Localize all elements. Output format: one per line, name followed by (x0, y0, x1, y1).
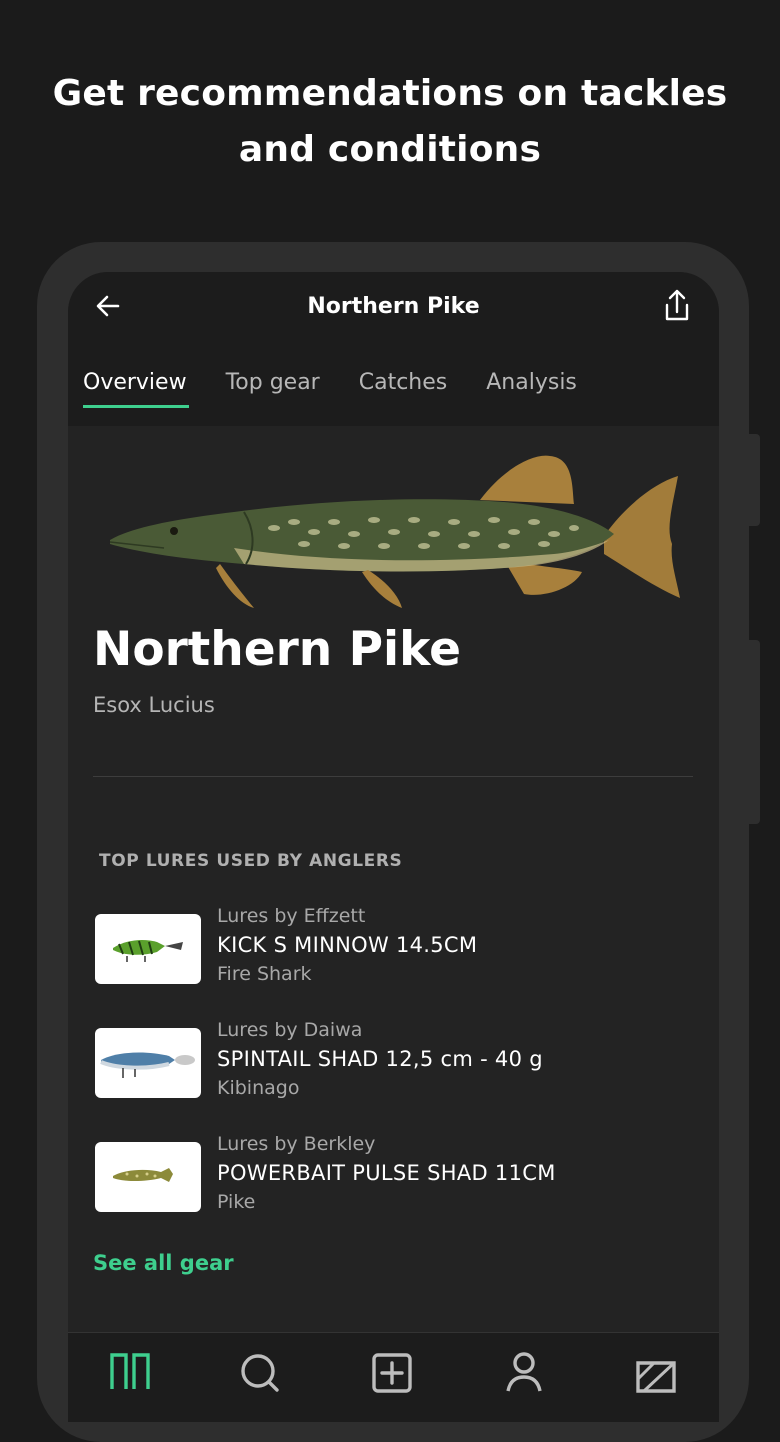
tab-top-gear[interactable]: Top gear (226, 366, 320, 408)
lure-item[interactable]: Lures by Daiwa SPINTAIL SHAD 12,5 cm - 4… (95, 1016, 695, 1112)
lure-brand: Lures by Berkley (217, 1133, 376, 1155)
headline-line-1: Get recommendations on tackles (52, 73, 728, 114)
page-title: Northern Pike (307, 294, 480, 319)
lure-image (100, 1052, 195, 1078)
species-name: Northern Pike (93, 622, 462, 677)
tab-bar: Overview Top gear Catches Analysis (83, 366, 616, 408)
lure-item[interactable]: Lures by Berkley POWERBAIT PULSE SHAD 11… (95, 1130, 695, 1226)
app-screen: Northern Pike Overview Top gear Catches … (68, 272, 719, 1422)
phone-side-button (749, 640, 760, 824)
map-icon[interactable] (634, 1349, 678, 1393)
add-catch-icon[interactable] (370, 1349, 414, 1393)
see-all-gear-link[interactable]: See all gear (93, 1248, 234, 1278)
bottom-nav (68, 1332, 719, 1422)
tab-catches[interactable]: Catches (359, 366, 448, 408)
search-icon[interactable] (238, 1349, 282, 1393)
phone-side-button (749, 434, 760, 526)
share-icon[interactable] (661, 288, 693, 324)
pike-image (109, 455, 680, 608)
tab-analysis[interactable]: Analysis (486, 366, 577, 408)
lure-color: Fire Shark (217, 963, 312, 985)
feed-icon[interactable] (108, 1349, 152, 1393)
headline-line-2: and conditions (238, 129, 542, 170)
species-latin-name: Esox Lucius (93, 693, 215, 717)
lure-color: Pike (217, 1191, 256, 1213)
lure-name: POWERBAIT PULSE SHAD 11CM (217, 1161, 556, 1185)
profile-icon[interactable] (502, 1349, 546, 1393)
lure-thumbnail (95, 1028, 201, 1098)
lure-brand: Lures by Daiwa (217, 1019, 363, 1041)
lure-thumbnail (95, 1142, 201, 1212)
app-bar: Northern Pike Overview Top gear Catches … (68, 272, 719, 426)
promo-headline: Get recommendations on tackles and condi… (0, 66, 780, 178)
tab-overview[interactable]: Overview (83, 366, 189, 408)
section-label: TOP LURES USED BY ANGLERS (99, 851, 403, 871)
lure-thumbnail (95, 914, 201, 984)
lure-item[interactable]: Lures by Effzett KICK S MINNOW 14.5CM Fi… (95, 902, 695, 998)
divider (93, 776, 693, 777)
lure-color: Kibinago (217, 1077, 300, 1099)
lure-image (113, 940, 183, 962)
lure-name: SPINTAIL SHAD 12,5 cm - 40 g (217, 1047, 543, 1071)
lure-name: KICK S MINNOW 14.5CM (217, 933, 478, 957)
lure-image (113, 1168, 173, 1182)
lure-brand: Lures by Effzett (217, 905, 366, 927)
